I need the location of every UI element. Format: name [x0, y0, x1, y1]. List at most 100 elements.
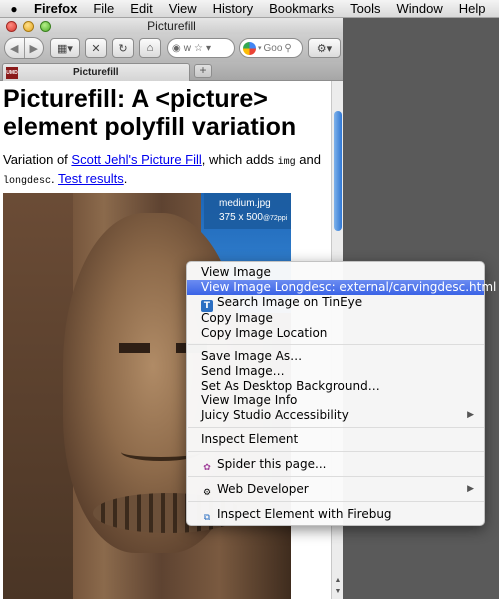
- stop-button[interactable]: ✕: [85, 38, 107, 58]
- intro-text-4: .: [51, 171, 59, 186]
- intro-text-5: .: [123, 171, 128, 186]
- menu-item-inspect-element[interactable]: Inspect Element: [187, 432, 484, 447]
- wrench-icon: ⚙▾: [316, 42, 333, 55]
- menu-help[interactable]: Help: [451, 0, 494, 18]
- menu-item-label: View Image Info: [201, 393, 298, 407]
- reload-icon: ↻: [118, 42, 128, 55]
- menu-separator: [188, 451, 484, 452]
- navigation-toolbar: ◀ ▶ ▦▾ ✕ ↻ ⌂ ◉ w ☆ ▾ ▾ Goo ⚲ ⚙▾: [0, 34, 343, 62]
- tab-label: Picturefill: [73, 67, 119, 78]
- menu-item-label: Juicy Studio Accessibility: [201, 408, 349, 422]
- context-menu: View Image View Image Longdesc: external…: [186, 261, 496, 526]
- menu-item-label: Send Image…: [201, 364, 285, 378]
- image-filename: medium.jpg: [219, 198, 271, 209]
- menu-item-copy-image[interactable]: Copy Image: [187, 311, 484, 326]
- zoom-window-button[interactable]: [40, 21, 51, 32]
- intro-paragraph: Variation of Scott Jehl's Picture Fill, …: [3, 152, 323, 190]
- title-bar: Picturefill: [0, 18, 343, 34]
- back-forward-group: ◀ ▶: [4, 37, 44, 59]
- menu-separator: [188, 427, 484, 428]
- search-engine-dropdown-icon[interactable]: ▾: [258, 44, 262, 52]
- globe-icon: ◉: [172, 42, 181, 54]
- menu-item-label: Inspect Element: [201, 432, 299, 446]
- menu-item-search-tineye[interactable]: T Search Image on TinEye: [187, 295, 484, 312]
- minimize-window-button[interactable]: [23, 21, 34, 32]
- menu-item-label: Save Image As…: [201, 349, 303, 363]
- image-caption-overlay: medium.jpg 375 x 500@72ppi: [204, 193, 291, 229]
- image-dims: 375 x 500: [219, 212, 263, 223]
- menu-separator: [188, 501, 484, 502]
- menu-window[interactable]: Window: [389, 0, 451, 18]
- scrollbar-thumb[interactable]: [334, 111, 342, 231]
- site-favicon-icon: UMD: [6, 66, 18, 79]
- menu-item-label: View Image: [201, 265, 271, 279]
- gear-icon: ⚙: [202, 488, 212, 498]
- menu-item-label: Web Developer: [217, 482, 309, 496]
- firebug-icon: ⧉: [203, 513, 211, 523]
- menu-firefox[interactable]: Firefox: [26, 0, 85, 18]
- menu-bar: ● Firefox File Edit View History Bookmar…: [0, 0, 499, 18]
- url-bar[interactable]: ◉ w ☆ ▾: [167, 38, 235, 58]
- menu-item-label: View Image Longdesc: external/carvingdes…: [201, 280, 497, 294]
- extension-toolbar-button[interactable]: ⚙▾: [308, 38, 341, 58]
- picturefill-link[interactable]: Scott Jehl's Picture Fill: [71, 152, 201, 167]
- image-ppi: @72ppi: [262, 215, 288, 222]
- menu-history[interactable]: History: [205, 0, 261, 18]
- submenu-arrow-icon: ▶: [467, 410, 474, 420]
- menu-bookmarks[interactable]: Bookmarks: [261, 0, 342, 18]
- intro-text-1: Variation of: [3, 152, 72, 167]
- menu-file[interactable]: File: [85, 0, 122, 18]
- intro-text-2: , which adds: [201, 152, 278, 167]
- forward-arrow-icon[interactable]: ▶: [23, 38, 44, 58]
- menu-item-juicy-studio[interactable]: Juicy Studio Accessibility ▶: [187, 408, 484, 423]
- menu-view[interactable]: View: [161, 0, 205, 18]
- stop-x-icon: ✕: [91, 42, 101, 55]
- url-dropdown-icon[interactable]: ▾: [206, 43, 211, 54]
- window-controls: [6, 21, 51, 32]
- home-button[interactable]: ⌂: [139, 38, 161, 58]
- menu-item-view-image-longdesc[interactable]: View Image Longdesc: external/carvingdes…: [187, 280, 496, 295]
- menu-item-label: Inspect Element with Firebug: [217, 507, 392, 521]
- home-icon: ⌂: [146, 42, 154, 54]
- bookmark-star-icon[interactable]: ☆: [194, 43, 203, 54]
- test-results-link[interactable]: Test results: [58, 171, 124, 186]
- bookmark-star-box-icon: ▦▾: [57, 42, 73, 55]
- new-tab-button[interactable]: +: [194, 64, 212, 78]
- scroll-down-arrow-icon[interactable]: ▼: [333, 588, 343, 595]
- google-icon[interactable]: [243, 41, 256, 55]
- bookmarks-menu-button[interactable]: ▦▾: [50, 38, 80, 58]
- page-heading: Picturefill: A <picture> element polyfil…: [3, 85, 297, 141]
- longdesc-code: longdesc: [3, 176, 52, 187]
- menu-edit[interactable]: Edit: [122, 0, 160, 18]
- tab-picturefill[interactable]: UMD Picturefill: [2, 63, 190, 81]
- image-dimensions: 375 x 500@72ppi: [219, 211, 291, 226]
- menu-item-inspect-firebug[interactable]: ⧉ Inspect Element with Firebug: [187, 507, 484, 523]
- reload-button[interactable]: ↻: [112, 38, 134, 58]
- menu-item-send-image[interactable]: Send Image…: [187, 364, 484, 379]
- intro-text-3: and: [295, 152, 321, 167]
- menu-item-spider-page[interactable]: ✿ Spider this page...: [187, 457, 484, 473]
- menu-separator: [188, 344, 484, 345]
- menu-item-label: Copy Image: [201, 311, 273, 325]
- search-magnifier-icon[interactable]: ⚲: [284, 43, 291, 54]
- menu-item-copy-image-location[interactable]: Copy Image Location: [187, 326, 484, 341]
- menu-item-web-developer[interactable]: ⚙ Web Developer ▶: [187, 482, 484, 498]
- menu-item-view-image[interactable]: View Image: [187, 265, 484, 280]
- spider-icon: ✿: [203, 463, 211, 473]
- search-bar[interactable]: ▾ Goo ⚲: [239, 38, 303, 58]
- apple-menu-icon[interactable]: ●: [2, 2, 26, 16]
- scroll-up-arrow-icon[interactable]: ▲: [333, 577, 343, 584]
- back-arrow-icon[interactable]: ◀: [5, 38, 24, 58]
- menu-tools[interactable]: Tools: [342, 0, 388, 18]
- menu-item-view-image-info[interactable]: View Image Info: [187, 393, 484, 408]
- close-window-button[interactable]: [6, 21, 17, 32]
- img-code: img: [277, 157, 296, 168]
- window-title: Picturefill: [147, 19, 196, 33]
- menu-separator: [188, 476, 484, 477]
- submenu-arrow-icon: ▶: [467, 484, 474, 494]
- menu-item-set-desktop-background[interactable]: Set As Desktop Background…: [187, 379, 484, 394]
- url-text: w: [183, 42, 191, 54]
- menu-item-save-image-as[interactable]: Save Image As…: [187, 349, 484, 364]
- menu-item-label: Copy Image Location: [201, 326, 328, 340]
- search-text: Goo: [263, 42, 283, 54]
